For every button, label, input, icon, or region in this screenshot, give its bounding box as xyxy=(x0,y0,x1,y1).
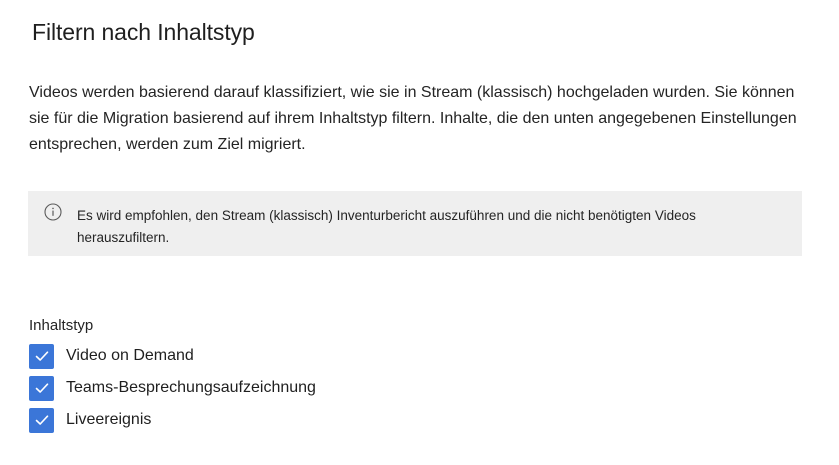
option-teams-meeting-recording[interactable]: Teams-Besprechungsaufzeichnung xyxy=(29,375,316,401)
page-title: Filtern nach Inhaltstyp xyxy=(32,19,255,45)
checkbox-label-teams-meeting-recording[interactable]: Teams-Besprechungsaufzeichnung xyxy=(66,379,316,397)
option-live-event[interactable]: Liveereignis xyxy=(29,407,151,433)
checkmark-icon xyxy=(35,415,48,425)
checkmark-icon xyxy=(35,383,48,393)
checkbox-teams-meeting-recording[interactable] xyxy=(29,375,54,401)
description-text: Videos werden basierend darauf klassifiz… xyxy=(29,84,797,153)
checkmark-icon xyxy=(35,351,48,361)
filter-content-type-panel: Filtern nach Inhaltstyp Videos werden ba… xyxy=(0,0,839,465)
checkbox-label-video-on-demand[interactable]: Video on Demand xyxy=(66,347,194,365)
content-type-label: Inhaltstyp xyxy=(29,317,94,334)
option-video-on-demand[interactable]: Video on Demand xyxy=(29,343,194,369)
info-message-text: Es wird empfohlen, den Stream (klassisch… xyxy=(77,208,696,245)
info-message-box: Es wird empfohlen, den Stream (klassisch… xyxy=(28,191,802,256)
checkbox-live-event[interactable] xyxy=(29,407,54,433)
info-icon xyxy=(44,203,62,221)
checkbox-label-live-event[interactable]: Liveereignis xyxy=(66,411,151,429)
checkbox-video-on-demand[interactable] xyxy=(29,343,54,369)
